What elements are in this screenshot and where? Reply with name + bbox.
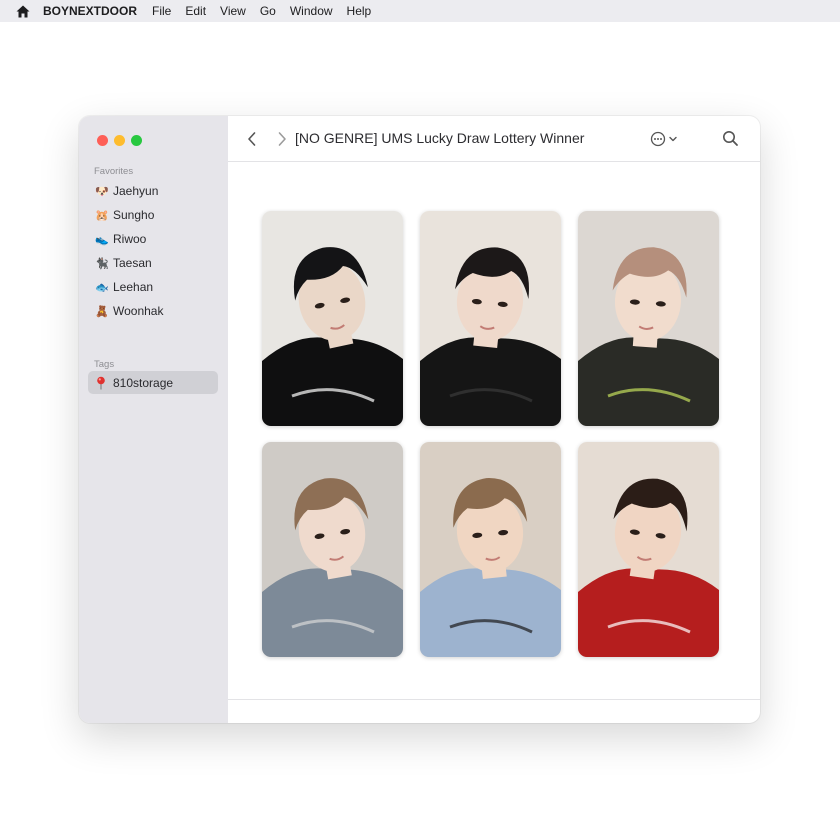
window-controls <box>97 135 148 146</box>
favorites-list: 🐶 Jaehyun 🐹 Sungho 👟 Riwoo 🐈‍⬛ Taesan 🐟 … <box>94 179 163 323</box>
portrait-image <box>578 442 719 657</box>
back-button[interactable] <box>246 131 258 147</box>
search-icon[interactable] <box>722 130 739 147</box>
portrait-image <box>578 211 719 426</box>
zoom-window-button[interactable] <box>131 135 142 146</box>
content-area: [NO GENRE] UMS Lucky Draw Lottery Winner <box>228 116 760 723</box>
photocard-4[interactable] <box>262 442 403 657</box>
portrait-image <box>262 442 403 657</box>
teddy-bear-icon: 🧸 <box>95 305 109 318</box>
hamster-icon: 🐹 <box>95 209 109 222</box>
portrait-image <box>420 442 561 657</box>
menu-view[interactable]: View <box>220 4 246 18</box>
sneaker-icon: 👟 <box>95 233 109 246</box>
portrait-image <box>262 211 403 426</box>
sidebar-item-label: Sungho <box>113 208 155 222</box>
sidebar-item-label: Jaehyun <box>113 184 159 198</box>
black-cat-icon: 🐈‍⬛ <box>95 257 109 270</box>
finder-window: Favorites 🐶 Jaehyun 🐹 Sungho 👟 Riwoo 🐈‍⬛… <box>79 116 760 723</box>
sidebar-item-taesan[interactable]: 🐈‍⬛ Taesan <box>94 251 163 275</box>
menu-window[interactable]: Window <box>290 4 333 18</box>
favorites-header: Favorites <box>94 166 134 177</box>
app-name-menu[interactable]: BOYNEXTDOOR <box>43 4 137 18</box>
forward-button[interactable] <box>276 131 288 147</box>
sidebar-item-jaehyun[interactable]: 🐶 Jaehyun <box>94 179 163 203</box>
minimize-window-button[interactable] <box>114 135 125 146</box>
photocard-2[interactable] <box>420 211 561 426</box>
more-options-button[interactable] <box>649 130 681 148</box>
dog-icon: 🐶 <box>95 185 109 198</box>
close-window-button[interactable] <box>97 135 108 146</box>
fish-icon: 🐟 <box>95 281 109 294</box>
sidebar-item-sungho[interactable]: 🐹 Sungho <box>94 203 163 227</box>
menu-edit[interactable]: Edit <box>185 4 206 18</box>
menu-go[interactable]: Go <box>260 4 276 18</box>
portrait-image <box>420 211 561 426</box>
sidebar-item-label: Taesan <box>113 256 152 270</box>
menu-file[interactable]: File <box>152 4 171 18</box>
sidebar: Favorites 🐶 Jaehyun 🐹 Sungho 👟 Riwoo 🐈‍⬛… <box>79 116 228 723</box>
sidebar-item-leehan[interactable]: 🐟 Leehan <box>94 275 163 299</box>
house-icon[interactable] <box>16 4 30 18</box>
map-pin-icon <box>95 376 107 390</box>
sidebar-item-woonhak[interactable]: 🧸 Woonhak <box>94 299 163 323</box>
menu-bar: BOYNEXTDOOR File Edit View Go Window Hel… <box>0 0 840 22</box>
menu-help[interactable]: Help <box>347 4 372 18</box>
sidebar-item-label: Leehan <box>113 280 154 294</box>
sidebar-item-label: 810storage <box>113 375 174 390</box>
photocard-1[interactable] <box>262 211 403 426</box>
photocard-3[interactable] <box>578 211 719 426</box>
tags-header: Tags <box>94 359 115 370</box>
photocard-6[interactable] <box>578 442 719 657</box>
sidebar-item-label: Woonhak <box>113 304 164 318</box>
status-bar-divider <box>228 699 760 700</box>
toolbar: [NO GENRE] UMS Lucky Draw Lottery Winner <box>228 116 760 162</box>
sidebar-item-label: Riwoo <box>113 232 147 246</box>
window-title: [NO GENRE] UMS Lucky Draw Lottery Winner <box>295 130 585 146</box>
sidebar-item-810storage[interactable]: 810storage <box>88 371 218 394</box>
photocard-5[interactable] <box>420 442 561 657</box>
sidebar-item-riwoo[interactable]: 👟 Riwoo <box>94 227 163 251</box>
